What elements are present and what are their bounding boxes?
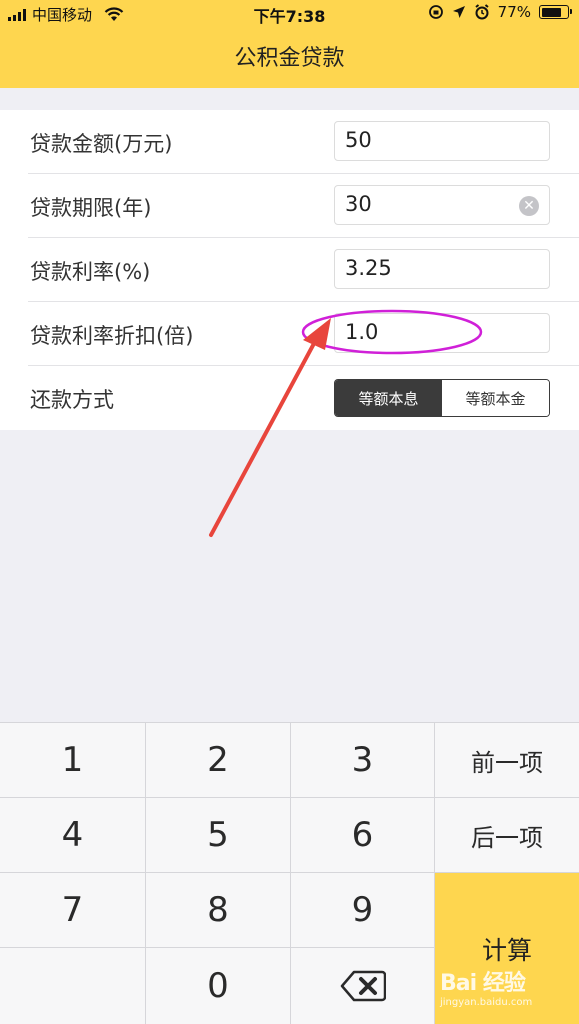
row-interest-rate: 贷款利率(%) 3.25 bbox=[0, 238, 579, 302]
repayment-option-equal-installment[interactable]: 等额本息 bbox=[335, 380, 442, 416]
clear-icon[interactable]: ✕ bbox=[519, 196, 539, 216]
app-header: 中国移动 下午7:38 77% 公积金贷款 bbox=[0, 0, 579, 88]
row-loan-term: 贷款期限(年) 30 ✕ bbox=[0, 174, 579, 238]
loan-amount-label: 贷款金额(万元) bbox=[30, 132, 173, 156]
watermark: Bai 经验 jingyan.baidu.com bbox=[440, 965, 570, 1015]
key-6[interactable]: 6 bbox=[291, 798, 434, 872]
row-repayment-method: 还款方式 等额本息 等额本金 bbox=[0, 366, 579, 430]
loan-term-label: 贷款期限(年) bbox=[30, 196, 152, 220]
key-1[interactable]: 1 bbox=[0, 723, 145, 797]
repayment-segmented-control: 等额本息 等额本金 bbox=[334, 379, 550, 417]
loan-term-input[interactable]: 30 ✕ bbox=[334, 185, 550, 225]
loan-term-value: 30 bbox=[345, 192, 372, 216]
loan-form: 贷款金额(万元) 50 贷款期限(年) 30 ✕ 贷款利率(%) 3.25 贷款… bbox=[0, 110, 579, 430]
watermark-url: jingyan.baidu.com bbox=[440, 997, 533, 1008]
interest-rate-label: 贷款利率(%) bbox=[30, 260, 151, 284]
key-9[interactable]: 9 bbox=[291, 873, 434, 947]
backspace-icon bbox=[340, 970, 386, 1002]
key-8[interactable]: 8 bbox=[146, 873, 290, 947]
interest-rate-input[interactable]: 3.25 bbox=[334, 249, 550, 289]
status-right: 77% bbox=[428, 3, 572, 21]
alarm-icon bbox=[475, 4, 489, 20]
key-0[interactable]: 0 bbox=[146, 948, 290, 1024]
key-4[interactable]: 4 bbox=[0, 798, 145, 872]
watermark-brand: Bai 经验 bbox=[440, 971, 526, 996]
repayment-method-label: 还款方式 bbox=[30, 388, 114, 412]
key-5[interactable]: 5 bbox=[146, 798, 290, 872]
row-rate-discount: 贷款利率折扣(倍) 1.0 bbox=[0, 302, 579, 366]
key-blank bbox=[0, 948, 145, 1024]
row-loan-amount: 贷款金额(万元) 50 bbox=[0, 110, 579, 174]
location-icon bbox=[452, 6, 465, 18]
battery-fill bbox=[541, 7, 561, 17]
key-7[interactable]: 7 bbox=[0, 873, 145, 947]
key-2[interactable]: 2 bbox=[146, 723, 290, 797]
prev-field-button[interactable]: 前一项 bbox=[435, 723, 579, 797]
backspace-button[interactable] bbox=[291, 948, 434, 1024]
loan-amount-input[interactable]: 50 bbox=[334, 121, 550, 161]
repayment-option-equal-principal[interactable]: 等额本金 bbox=[442, 380, 549, 416]
page-title: 公积金贷款 bbox=[234, 46, 345, 71]
battery-icon bbox=[539, 5, 572, 19]
rate-discount-label: 贷款利率折扣(倍) bbox=[30, 324, 194, 348]
rate-discount-input[interactable]: 1.0 bbox=[334, 313, 550, 353]
rotation-lock-icon bbox=[428, 5, 443, 19]
status-bar: 中国移动 下午7:38 77% bbox=[0, 0, 579, 28]
next-field-button[interactable]: 后一项 bbox=[435, 798, 579, 872]
key-3[interactable]: 3 bbox=[291, 723, 434, 797]
battery-percent: 77% bbox=[497, 3, 531, 21]
